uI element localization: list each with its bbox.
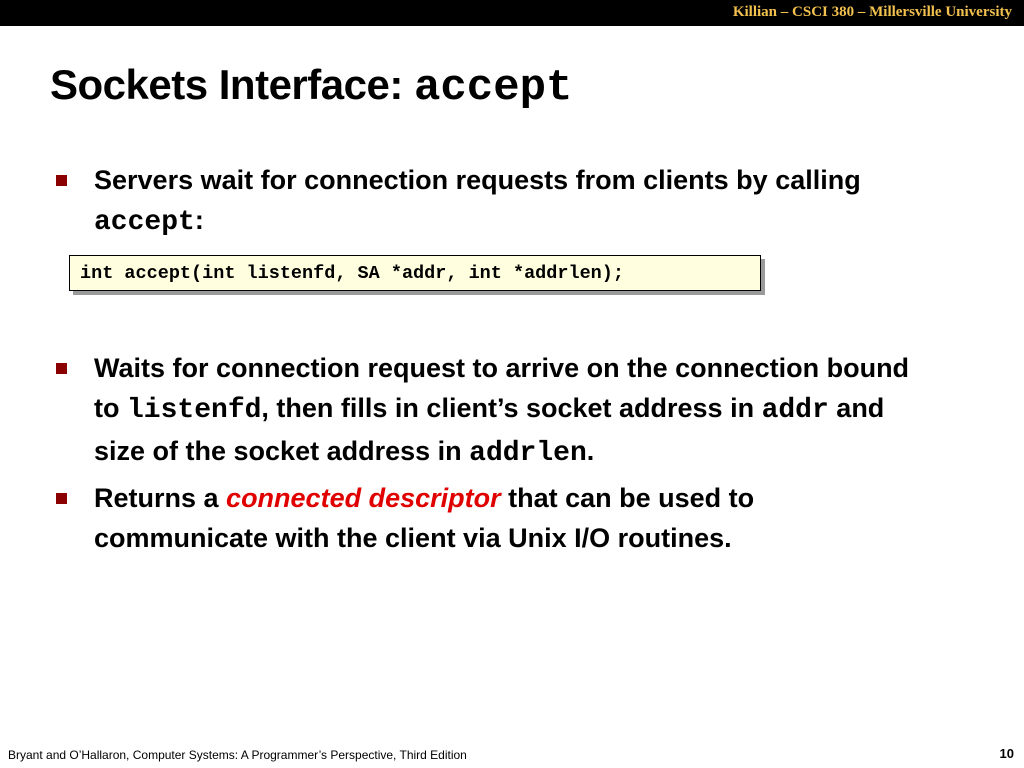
page-number: 10: [999, 746, 1014, 761]
bullet-1-code: accept: [94, 207, 195, 238]
bullet-3-pre: Returns a: [94, 483, 227, 513]
title-code: accept: [414, 63, 573, 113]
title-text: Sockets Interface:: [50, 61, 414, 108]
bullet-2-text: Waits for connection request to arrive o…: [94, 348, 916, 474]
footer-citation: Bryant and O’Hallaron, Computer Systems:…: [8, 748, 467, 762]
bullet-2-code-addrlen: addrlen: [469, 438, 587, 469]
bullet-2: Waits for connection request to arrive o…: [56, 348, 916, 474]
header-bar: Killian – CSCI 380 – Millersville Univer…: [0, 0, 1024, 26]
bullet-marker-icon: [56, 493, 67, 504]
bullet-1-post: :: [194, 205, 204, 235]
bullet-1-pre: Servers wait for connection requests fro…: [94, 165, 861, 195]
course-header: Killian – CSCI 380 – Millersville Univer…: [732, 4, 1012, 20]
bullet-2-part-2: , then fills in client’s socket address …: [261, 393, 762, 423]
bullet-3-emphasis: connected descriptor: [226, 483, 501, 513]
bullet-2-code-addr: addr: [761, 395, 829, 426]
bullet-1: Servers wait for connection requests fro…: [56, 160, 916, 243]
slide-title: Sockets Interface: accept: [50, 61, 573, 113]
bullet-1-text: Servers wait for connection requests fro…: [94, 160, 916, 243]
bullet-3: Returns a connected descriptor that can …: [56, 478, 916, 558]
code-box: int accept(int listenfd, SA *addr, int *…: [69, 255, 761, 291]
bullet-marker-icon: [56, 175, 67, 186]
bullet-3-text: Returns a connected descriptor that can …: [94, 478, 916, 558]
bullet-marker-icon: [56, 363, 67, 374]
bullet-2-code-listenfd: listenfd: [127, 395, 262, 426]
accept-signature: int accept(int listenfd, SA *addr, int *…: [80, 263, 624, 284]
bullet-2-part-4: .: [586, 436, 595, 466]
